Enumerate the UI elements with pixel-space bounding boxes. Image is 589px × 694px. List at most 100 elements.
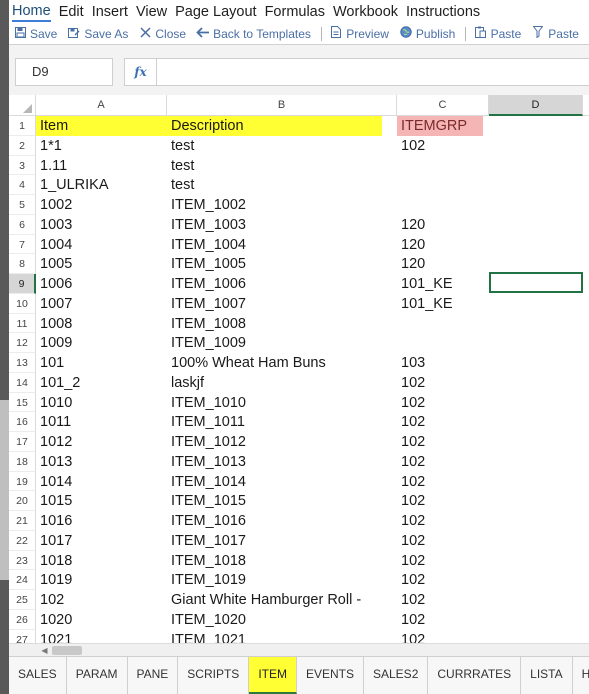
- menu-instructions[interactable]: Instructions: [406, 4, 480, 20]
- cell-c[interactable]: 102: [397, 551, 489, 571]
- cell-b[interactable]: ITEM_1003: [167, 215, 397, 235]
- cell-c[interactable]: 102: [397, 630, 489, 644]
- cell-a[interactable]: 101_2: [36, 373, 167, 393]
- cell-c[interactable]: 103: [397, 353, 489, 373]
- cell-b[interactable]: ITEM_1018: [167, 551, 397, 571]
- sheet-tab-item[interactable]: ITEM: [249, 657, 297, 694]
- menu-home[interactable]: Home: [12, 2, 51, 22]
- cell-d[interactable]: [489, 373, 589, 393]
- column-header-b[interactable]: B: [167, 95, 397, 116]
- cell-b[interactable]: ITEM_1013: [167, 452, 397, 472]
- row-header[interactable]: 17: [9, 432, 36, 452]
- cell-a[interactable]: 1007: [36, 294, 167, 314]
- sheet-tab-param[interactable]: PARAM: [66, 657, 128, 694]
- cell-a[interactable]: 1011: [36, 412, 167, 432]
- cell-a[interactable]: 102: [36, 590, 167, 610]
- scrollbar-thumb[interactable]: [52, 646, 82, 655]
- menu-edit[interactable]: Edit: [59, 4, 84, 20]
- save-as-button[interactable]: Save As: [67, 27, 128, 41]
- cell-c[interactable]: 102: [397, 610, 489, 630]
- row-header[interactable]: 14: [9, 372, 36, 393]
- cell-d[interactable]: [489, 531, 589, 551]
- row-header[interactable]: 10: [9, 293, 36, 314]
- row-header[interactable]: 8: [9, 254, 36, 274]
- cell-b[interactable]: Giant White Hamburger Roll -: [167, 590, 397, 610]
- cell-d[interactable]: [489, 630, 589, 644]
- name-box[interactable]: D9: [15, 58, 113, 86]
- cell-c[interactable]: 102: [397, 393, 489, 413]
- row-header[interactable]: 13: [9, 353, 36, 373]
- cell-b[interactable]: ITEM_1014: [167, 472, 397, 492]
- cell-c[interactable]: 102: [397, 136, 489, 156]
- column-header-a[interactable]: A: [36, 95, 167, 116]
- row-header[interactable]: 15: [9, 392, 36, 413]
- sheet-tab-help[interactable]: Help: [572, 657, 589, 694]
- cell-a[interactable]: 1012: [36, 432, 167, 452]
- cell-d[interactable]: [489, 235, 589, 255]
- row-header[interactable]: 23: [9, 550, 36, 571]
- cell-a[interactable]: 1_ULRIKA: [36, 175, 167, 195]
- cell-b[interactable]: laskjf: [167, 373, 397, 393]
- cell-c[interactable]: [397, 195, 489, 215]
- save-button[interactable]: Save: [13, 26, 57, 41]
- cell-a[interactable]: 1018: [36, 551, 167, 571]
- paste-special-button[interactable]: Paste: [531, 26, 579, 41]
- cell-d[interactable]: [489, 156, 589, 176]
- row-header[interactable]: 11: [9, 313, 36, 334]
- column-header-d[interactable]: D: [489, 95, 583, 116]
- cell-c[interactable]: [397, 314, 489, 334]
- sheet-tab-lista[interactable]: LISTA: [521, 657, 573, 694]
- cell-c[interactable]: 102: [397, 452, 489, 472]
- row-header[interactable]: 22: [9, 530, 36, 551]
- cell-a[interactable]: 101: [36, 353, 167, 373]
- row-header[interactable]: 12: [9, 333, 36, 353]
- cell-d[interactable]: [489, 511, 589, 531]
- row-header[interactable]: 5: [9, 195, 36, 215]
- cell-b[interactable]: ITEM_1019: [167, 570, 397, 590]
- cell-b[interactable]: test: [167, 156, 397, 176]
- row-header[interactable]: 16: [9, 412, 36, 432]
- cell-a[interactable]: 1*1: [36, 136, 167, 156]
- cell-c[interactable]: [397, 175, 489, 195]
- cell-d[interactable]: [489, 195, 589, 215]
- cell-d[interactable]: [489, 610, 589, 630]
- cell-a[interactable]: 1016: [36, 511, 167, 531]
- cell-c[interactable]: 102: [397, 511, 489, 531]
- row-header[interactable]: 6: [9, 214, 36, 235]
- cell-b[interactable]: ITEM_1007: [167, 294, 397, 314]
- cell-d[interactable]: [489, 175, 589, 195]
- horizontal-scrollbar[interactable]: ◀: [9, 643, 589, 656]
- cell-d[interactable]: [489, 136, 589, 156]
- row-header[interactable]: 18: [9, 451, 36, 472]
- menu-insert[interactable]: Insert: [92, 4, 128, 20]
- cell-a[interactable]: 1009: [36, 333, 167, 353]
- cell-b[interactable]: ITEM_1008: [167, 314, 397, 334]
- menu-workbook[interactable]: Workbook: [333, 4, 398, 20]
- cell-c[interactable]: 102: [397, 491, 489, 511]
- cell-b[interactable]: test: [167, 136, 397, 156]
- row-header[interactable]: 3: [9, 155, 36, 176]
- cell-c[interactable]: 101_KE: [397, 294, 489, 314]
- sheet-tab-scripts[interactable]: SCRIPTS: [178, 657, 250, 694]
- cell-c[interactable]: 120: [397, 254, 489, 274]
- cell-a[interactable]: 1014: [36, 472, 167, 492]
- cell-b[interactable]: ITEM_1005: [167, 254, 397, 274]
- sheet-tab-pane[interactable]: PANE: [127, 657, 179, 694]
- cell-b[interactable]: ITEM_1009: [167, 333, 397, 353]
- sheet-tab-sales2[interactable]: SALES2: [364, 657, 429, 694]
- cell-b[interactable]: 100% Wheat Ham Buns: [167, 353, 397, 373]
- cell-d[interactable]: [489, 472, 589, 492]
- cell-d[interactable]: [489, 432, 589, 452]
- row-header[interactable]: 21: [9, 511, 36, 531]
- back-to-templates-button[interactable]: Back to Templates: [196, 27, 311, 41]
- cell-a[interactable]: Item: [36, 116, 167, 136]
- cell-d[interactable]: [489, 551, 589, 571]
- cell-b[interactable]: ITEM_1021: [167, 630, 397, 644]
- cell-c[interactable]: 102: [397, 472, 489, 492]
- row-header[interactable]: 25: [9, 590, 36, 610]
- cell-b[interactable]: ITEM_1016: [167, 511, 397, 531]
- cell-a[interactable]: 1005: [36, 254, 167, 274]
- cell-d[interactable]: [489, 353, 589, 373]
- row-header[interactable]: 27: [9, 629, 36, 643]
- formula-input[interactable]: [157, 58, 589, 86]
